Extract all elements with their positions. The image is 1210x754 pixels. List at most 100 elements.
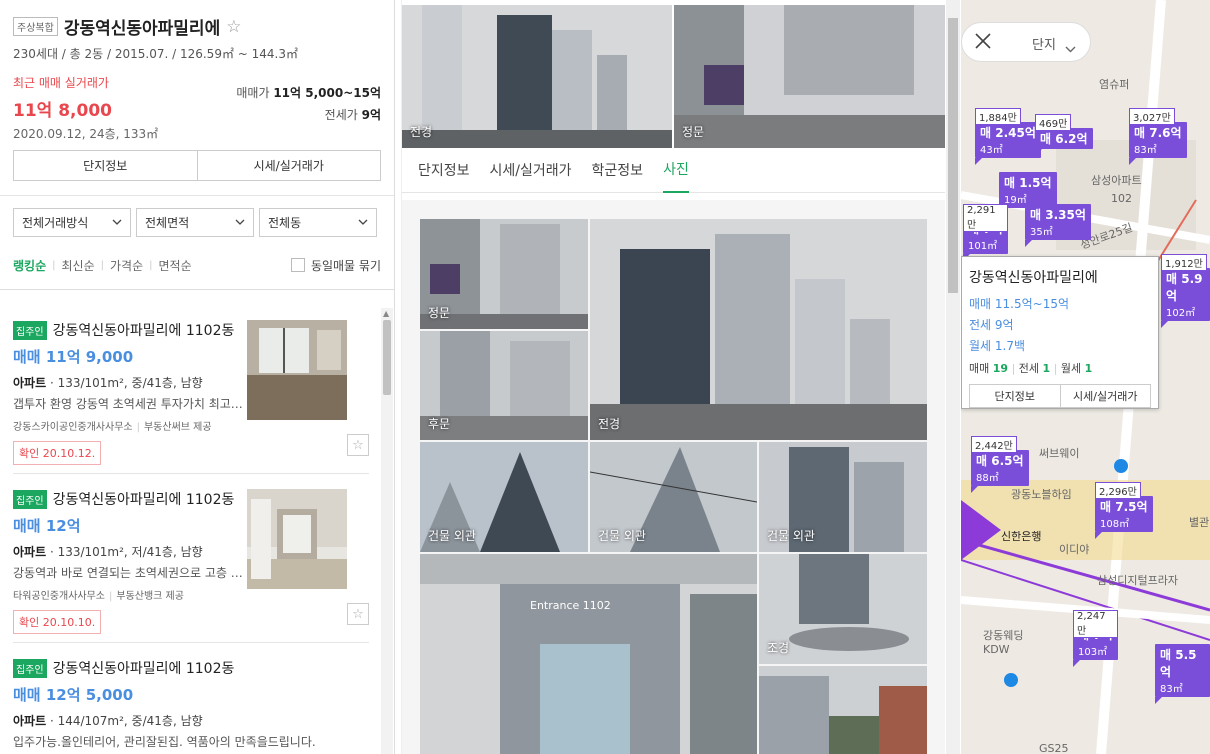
listing-price: 매매 12억 5,000 [13, 686, 134, 704]
listing-desc: 강동역과 바로 연결되는 초역세권으로 고층 전망 우수 [13, 566, 248, 580]
marker-price-per-area: 2,296만 [1095, 482, 1141, 499]
marker-price: 매 1.5억 [1004, 176, 1052, 190]
photo-panel: 전경 정문 단지정보 시세/실거래가 학군정보 사진 정문 전경 후문 건물 외… [401, 0, 946, 754]
listing-spec: 133/101m², 중/41층, 남향 [57, 376, 203, 390]
checkbox[interactable] [290, 258, 305, 272]
gallery-photo[interactable]: Entrance 1102 [420, 554, 757, 754]
sort-ranking[interactable]: 랭킹순 [13, 257, 46, 274]
favorite-icon[interactable]: ☆ [347, 603, 369, 625]
sort-area[interactable]: 면적순 [159, 257, 192, 274]
recent-price-date: 2020.09.12, 24층, 133㎡ [13, 127, 159, 141]
popup-complex-info-button[interactable]: 단지정보 [969, 384, 1061, 408]
marker-price: 매 5.9억 [1166, 272, 1203, 303]
map-price-marker[interactable]: 매 1.5억 19㎡ [999, 172, 1057, 215]
sale-price-range: 11억 5,000~15억 [273, 86, 381, 100]
popup-price-history-button[interactable]: 시세/실거래가 [1060, 384, 1151, 408]
map-price-marker[interactable]: 3,027만 매 7.6억 83㎡ [1129, 108, 1187, 165]
map-filter-label: 단지 [1032, 38, 1056, 53]
owner-badge: 집주인 [13, 489, 47, 509]
map-price-marker[interactable]: 2,291만 매 7억 101㎡ [963, 204, 1008, 261]
photo-top-gate[interactable]: 정문 [674, 5, 945, 148]
owner-badge: 집주인 [13, 658, 47, 678]
sort-recent[interactable]: 최신순 [62, 257, 95, 274]
sort-price[interactable]: 가격순 [110, 257, 143, 274]
listing-agent: 강동스카이공인중개사사무소 [13, 422, 133, 433]
map-label: 삼성디지털프라자 [1097, 574, 1178, 587]
marker-area: 103㎡ [1078, 647, 1108, 658]
dong-select[interactable]: 전체동 [259, 208, 377, 237]
favorite-star-icon[interactable]: ☆ [226, 17, 241, 37]
gallery-photo[interactable]: 건물 외관 [590, 442, 757, 552]
list-scrollbar-thumb[interactable] [383, 320, 391, 395]
complex-popup[interactable]: 강동역신동아파밀리에 매매 11.5억~15억 전세 9억 월세 1.7백 매매… [961, 256, 1159, 409]
map-price-marker[interactable]: 1,884만 매 2.45억 43㎡ [975, 108, 1041, 165]
dong-label: 전체동 [268, 216, 302, 230]
trade-type-select[interactable]: 전체거래방식 [13, 208, 131, 237]
group-same-listings-checkbox[interactable]: 동일매물 묶기 [290, 257, 381, 274]
map-price-marker[interactable]: 469만 매 6.2억 [1035, 114, 1093, 156]
tab-complex-info[interactable]: 단지정보 [418, 148, 470, 193]
lease-price-value: 9억 [361, 108, 381, 122]
gallery-photo[interactable]: 후문 [420, 331, 588, 440]
gallery-photo[interactable]: 건물 외관 [420, 442, 588, 552]
listing-type: 아파트 [13, 545, 47, 559]
map-price-marker[interactable]: 1,912만 매 5.9억 102㎡ [1161, 254, 1210, 328]
marker-price: 매 6.2억 [1040, 132, 1088, 146]
listing-title: 강동역신동아파밀리에 1102동 [52, 323, 235, 339]
marker-price: 매 6.5억 [976, 454, 1024, 468]
listing-type: 아파트 [13, 376, 47, 390]
listing-provider: 부동산써브 제공 [143, 422, 212, 433]
favorite-icon[interactable]: ☆ [347, 434, 369, 456]
chevron-down-icon [1065, 38, 1076, 57]
gallery-photo[interactable]: 전경 [590, 219, 927, 440]
listing-spec: 144/107m², 중/41층, 남향 [57, 714, 203, 728]
marker-area: 88㎡ [976, 473, 999, 484]
photo-gallery: 정문 전경 후문 건물 외관 건물 외관 건물 외관 Entrance 1102 [402, 200, 945, 754]
complex-info-button[interactable]: 단지정보 [13, 150, 198, 181]
complex-summary: 230세대 / 총 2동 / 2015.07. / 126.59㎡ ~ 144.… [13, 47, 298, 61]
map-label: 이디야 [1059, 543, 1090, 556]
gallery-photo[interactable] [759, 666, 927, 754]
listing-title: 강동역신동아파밀리에 1102동 [52, 661, 235, 677]
map-filter-bar[interactable]: 단지 [961, 22, 1091, 62]
marker-area: 102㎡ [1166, 308, 1196, 319]
map-price-marker[interactable]: 매 5.5억 83㎡ [1155, 644, 1210, 704]
map-panel[interactable]: 단지 염슈퍼 삼성아파트 102 성안로25길 써브웨이 광동노블하임 신한은행… [961, 0, 1210, 754]
close-icon[interactable] [974, 32, 992, 54]
photo-top-exterior[interactable]: 전경 [402, 5, 672, 148]
photo-caption: 전경 [410, 125, 433, 139]
map-price-marker[interactable]: 매 3.35억 35㎡ [1025, 204, 1091, 247]
popup-lease: 전세 9억 [969, 318, 1014, 332]
marker-area: 35㎡ [1030, 227, 1053, 238]
photo-caption: 건물 외관 [428, 529, 476, 543]
chevron-down-icon [235, 217, 245, 228]
map-price-marker[interactable]: 2,442만 매 6.5억 88㎡ [971, 436, 1029, 493]
photo-scrollbar-thumb[interactable] [948, 18, 958, 293]
area-select[interactable]: 전체면적 [136, 208, 254, 237]
tab-price-history[interactable]: 시세/실거래가 [490, 148, 572, 193]
map-label: 강동웨딩 KDW [983, 629, 1024, 656]
list-item[interactable]: 집주인 강동역신동아파밀리에 1102동 매매 12억 아파트 · 133/10… [0, 489, 380, 634]
map-label: 광동노블하임 [1011, 488, 1072, 501]
listing-thumbnail[interactable] [247, 320, 347, 420]
price-history-button[interactable]: 시세/실거래가 [197, 150, 381, 181]
scroll-up-icon[interactable]: ▲ [383, 309, 389, 318]
map-price-marker[interactable]: 2,247만 매 7억 103㎡ [1073, 610, 1118, 667]
marker-price: 매 7.5억 [1100, 500, 1148, 514]
gallery-photo[interactable]: 건물 외관 [759, 442, 927, 552]
list-item[interactable]: 집주인 강동역신동아파밀리에 1102동 매매 11억 9,000 아파트 · … [0, 320, 380, 465]
listing-thumbnail[interactable] [247, 489, 347, 589]
divider [0, 181, 394, 196]
divider [0, 289, 394, 290]
gallery-photo[interactable]: 조경 [759, 554, 927, 664]
tab-school-info[interactable]: 학군정보 [592, 148, 644, 193]
map-price-marker[interactable]: 2,296만 매 7.5억 108㎡ [1095, 482, 1153, 539]
listing-desc: 입주가능.올인테리어, 관리잘된집. 역품아의 만족을드립니다. [13, 735, 316, 749]
marker-area: 43㎡ [980, 145, 1003, 156]
popup-sale: 매매 11.5억~15억 [969, 297, 1070, 311]
marker-price-per-area: 2,291만 [963, 204, 1008, 232]
list-item[interactable]: 집주인 강동역신동아파밀리에 1102동 매매 12억 5,000 아파트 · … [0, 658, 380, 750]
gallery-photo[interactable]: 정문 [420, 219, 588, 329]
photo-caption: 후문 [428, 417, 451, 431]
tab-photos[interactable]: 사진 [663, 148, 689, 193]
